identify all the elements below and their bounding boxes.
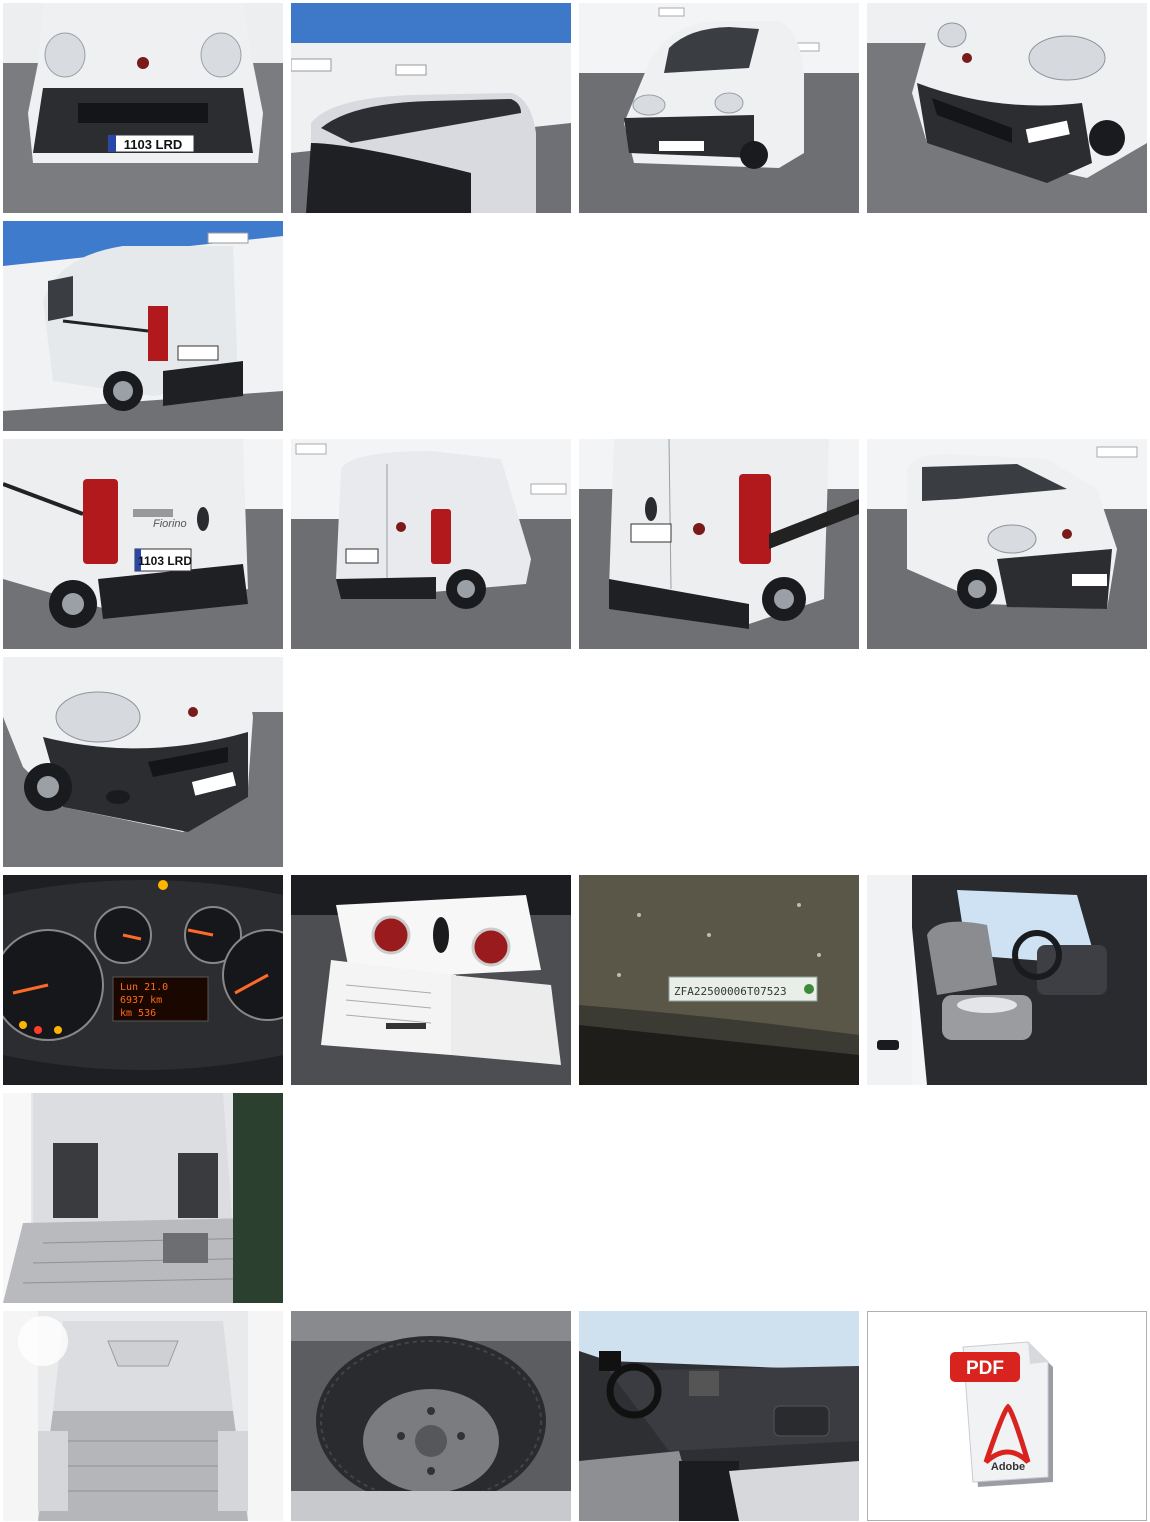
photo-rear-closeup[interactable]: Fiorino 1103 LRD (3, 439, 283, 649)
photo-rear-left-view[interactable] (3, 221, 283, 431)
photo-rear-doors-closeup[interactable] (579, 439, 859, 649)
display-line-1: Lun 21.0 (120, 982, 168, 993)
photo-front-three-quarter[interactable] (579, 3, 859, 213)
photo-dashboard-passenger[interactable] (579, 1311, 859, 1521)
pdf-icon: PDF Adobe (950, 1341, 1053, 1487)
photo-cargo-rear[interactable] (3, 1311, 283, 1521)
photo-driver-seat[interactable] (867, 875, 1147, 1085)
display-line-3: km 536 (120, 1008, 156, 1019)
photo-vin-plate[interactable]: ZFA22500006T07523 (579, 875, 859, 1085)
photo-documents-keys[interactable] (291, 875, 571, 1085)
photo-roof-view[interactable] (291, 3, 571, 213)
vin-text: ZFA22500006T07523 (674, 985, 787, 998)
photo-spare-tire[interactable] (291, 1311, 571, 1521)
plate-text: 1103 LRD (138, 554, 192, 568)
photo-front-left-view[interactable] (867, 439, 1147, 649)
photo-cargo-side[interactable] (3, 1093, 283, 1303)
pdf-document-link[interactable]: PDF Adobe (867, 1311, 1147, 1521)
pdf-label: PDF (966, 1358, 1004, 1379)
pdf-brand: Adobe (991, 1461, 1025, 1473)
photo-front-view[interactable]: 1103 LRD (3, 3, 283, 213)
photo-instrument-cluster[interactable]: Lun 21.0 6937 km km 536 (3, 875, 283, 1085)
badge-text: Fiorino (153, 518, 187, 530)
photo-front-left-closeup[interactable] (3, 657, 283, 867)
plate-text: 1103 LRD (124, 137, 183, 152)
display-line-2: 6937 km (120, 995, 162, 1006)
photo-rear-right-view[interactable] (291, 439, 571, 649)
photo-front-right-closeup[interactable] (867, 3, 1147, 213)
